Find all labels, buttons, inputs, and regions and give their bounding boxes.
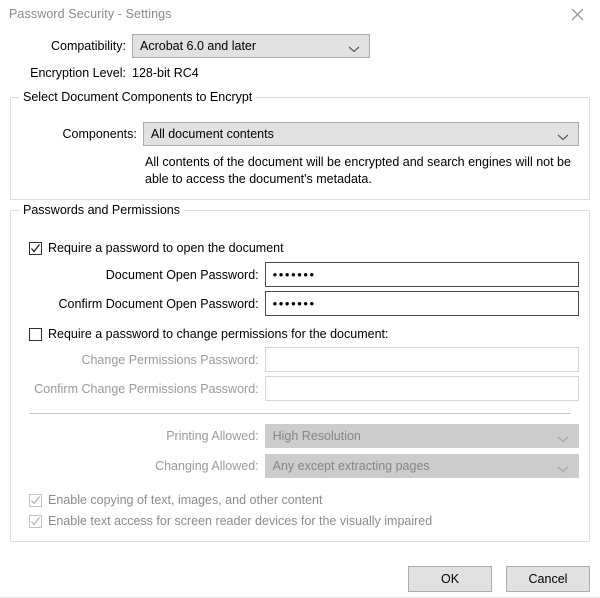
enable-copying-checkbox[interactable] [29,493,42,507]
compatibility-dropdown[interactable]: Acrobat 6.0 and later [132,34,370,58]
chevron-down-icon [557,462,569,473]
chevron-down-icon [557,432,569,443]
document-open-password-label: Document Open Password: [105,267,259,282]
window-title: Password Security - Settings [9,7,172,21]
document-open-password-value: ••••••• [272,267,316,282]
require-open-password-checkbox[interactable] [29,241,42,255]
chevron-down-icon [348,42,360,53]
ok-button[interactable]: OK [408,566,492,592]
change-permissions-password-label: Change Permissions Password: [81,352,259,367]
confirm-document-open-password-input[interactable]: ••••••• [264,291,579,316]
enable-screen-reader-checkbox[interactable] [29,514,42,528]
confirm-document-open-password-value: ••••••• [272,296,316,311]
components-description: All contents of the document will be enc… [145,155,571,186]
close-icon [571,8,584,21]
passwords-group: Passwords and Permissions Require a pass… [10,203,590,542]
components-value: All document contents [150,127,274,141]
components-row: Components: All document contents [21,122,579,146]
change-permissions-password-input[interactable] [264,347,579,372]
enable-screen-reader-label: Enable text access for screen reader dev… [48,514,433,528]
enable-screen-reader-row[interactable]: Enable text access for screen reader dev… [29,514,579,528]
chevron-down-icon [557,130,569,141]
require-permissions-password-label: Require a password to change permissions… [48,327,389,341]
section-divider [29,413,571,414]
encryption-level-value: 128-bit RC4 [132,66,199,80]
printing-allowed-label: Printing Allowed: [166,429,259,443]
components-dropdown[interactable]: All document contents [142,122,579,146]
changing-allowed-label: Changing Allowed: [155,459,259,473]
confirm-document-open-password-row: Confirm Document Open Password: ••••••• [21,291,579,316]
require-open-password-row[interactable]: Require a password to open the document [29,241,579,255]
top-settings-area: Compatibility: Acrobat 6.0 and later Enc… [0,28,600,80]
dialog-footer: OK Cancel [0,546,600,598]
encryption-level-row: Encryption Level: 128-bit RC4 [0,66,600,80]
cancel-button[interactable]: Cancel [506,566,590,592]
changing-allowed-row: Changing Allowed: Any except extracting … [21,454,579,478]
encryption-level-label: Encryption Level: [30,66,126,80]
document-open-password-row: Document Open Password: ••••••• [21,262,579,287]
printing-allowed-row: Printing Allowed: High Resolution [21,424,579,448]
confirm-change-permissions-password-row: Confirm Change Permissions Password: [21,376,579,401]
printing-allowed-dropdown[interactable]: High Resolution [264,424,579,448]
components-label: Components: [62,127,137,141]
enable-copying-label: Enable copying of text, images, and othe… [48,493,323,507]
close-button[interactable] [555,0,600,28]
require-permissions-password-row[interactable]: Require a password to change permissions… [29,327,579,341]
changing-allowed-dropdown[interactable]: Any except extracting pages [264,454,579,478]
confirm-change-permissions-password-input[interactable] [264,376,579,401]
components-group: Select Document Components to Encrypt Co… [10,90,590,200]
require-open-password-label: Require a password to open the document [48,241,284,255]
printing-allowed-value: High Resolution [272,429,361,443]
confirm-document-open-password-label: Confirm Document Open Password: [58,296,259,311]
components-group-title: Select Document Components to Encrypt [19,90,257,104]
document-open-password-input[interactable]: ••••••• [264,262,579,287]
changing-allowed-value: Any except extracting pages [272,459,430,473]
compatibility-value: Acrobat 6.0 and later [140,39,257,53]
change-permissions-password-row: Change Permissions Password: [21,347,579,372]
passwords-group-title: Passwords and Permissions [19,203,185,217]
require-permissions-password-checkbox[interactable] [29,327,42,341]
compatibility-row: Compatibility: Acrobat 6.0 and later [0,34,600,58]
enable-copying-row[interactable]: Enable copying of text, images, and othe… [29,493,579,507]
confirm-change-permissions-password-label: Confirm Change Permissions Password: [34,381,259,396]
title-bar: Password Security - Settings [0,0,600,28]
compatibility-label: Compatibility: [50,39,126,53]
